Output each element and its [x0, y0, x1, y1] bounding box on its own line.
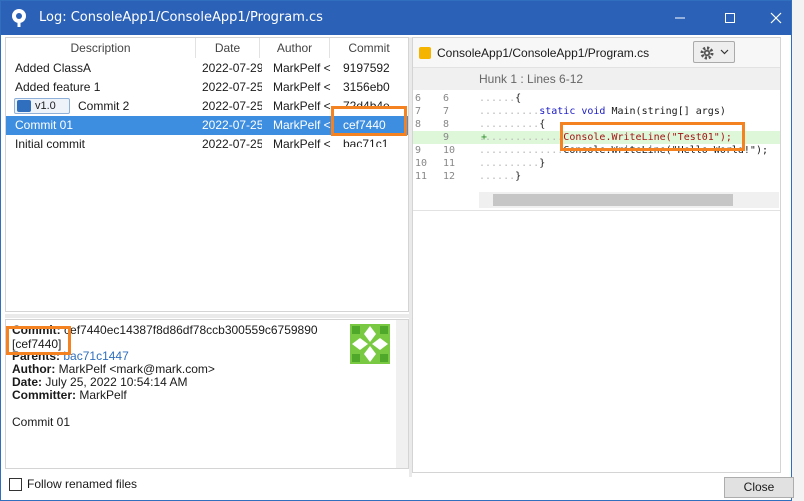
diff-panel: ConsoleApp1/ConsoleApp1/Program.cs Hunk … [412, 37, 781, 473]
gear-icon [700, 46, 714, 60]
commit-author: MarkPelf < [273, 137, 331, 151]
highlight-box-short-hash [6, 326, 71, 355]
commit-message: Commit 01 [12, 415, 71, 429]
tag-icon [17, 100, 31, 112]
maximize-icon [725, 13, 735, 23]
diff-options-button[interactable] [693, 41, 735, 63]
commit-date: 2022-07-29 [202, 61, 262, 75]
maximize-button[interactable] [707, 1, 753, 35]
highlight-box-commit-hash [331, 106, 407, 136]
diff-horizontal-scrollbar[interactable] [479, 192, 779, 208]
sourcetree-icon [12, 9, 26, 27]
column-header-commit[interactable]: Commit [330, 38, 408, 58]
commit-row[interactable]: Added ClassA 2022-07-29 MarkPelf < 91975… [6, 59, 408, 78]
commit-full-hash: cef7440ec14387f8d86df78ccb300559c6759890 [64, 323, 318, 337]
minimize-button[interactable] [657, 1, 703, 35]
horizontal-splitter[interactable] [5, 314, 409, 318]
close-icon [770, 12, 782, 24]
diff-file-name: ConsoleApp1/ConsoleApp1/Program.cs [437, 46, 650, 60]
commit-description: Added feature 1 [15, 80, 101, 94]
column-header-date[interactable]: Date [196, 38, 260, 58]
commit-log-table: Description Date Author Commit Added Cla… [5, 37, 409, 312]
background-app-right [790, 0, 804, 501]
commit-description: Commit 2 [78, 99, 130, 113]
title-bar: Log: ConsoleApp1/ConsoleApp1/Program.cs [1, 1, 791, 35]
diff-file-header: ConsoleApp1/ConsoleApp1/Program.cs [413, 38, 780, 68]
follow-renamed-label: Follow renamed files [27, 477, 138, 491]
commit-description: Commit 01 [15, 118, 74, 132]
commit-author: MarkPelf < [273, 99, 331, 113]
commit-description: Initial commit [15, 137, 86, 151]
details-scrollbar[interactable] [396, 320, 408, 468]
commit-date: 2022-07-25 [202, 137, 262, 151]
commit-hash: 3156eb0 [343, 80, 390, 94]
diff-line: 66 ......{ [415, 93, 522, 104]
chevron-down-icon [720, 49, 729, 55]
commit-author: MarkPelf < [273, 61, 331, 75]
commit-date: 2022-07-25 [202, 99, 262, 113]
follow-renamed-checkbox[interactable] [9, 478, 22, 491]
commit-row[interactable]: Initial commit 2022-07-25 MarkPelf < bac… [6, 135, 408, 154]
commit-author: MarkPelf < [273, 118, 331, 132]
avatar [350, 324, 390, 364]
minimize-icon [675, 17, 685, 19]
modified-file-icon [419, 47, 431, 59]
committer-line: Committer: MarkPelf [12, 388, 127, 402]
commit-hash: 9197592 [343, 61, 390, 75]
tag-badge[interactable]: v1.0 [14, 98, 70, 114]
commit-author: MarkPelf < [273, 80, 331, 94]
hunk-header: Hunk 1 : Lines 6-12 [413, 68, 780, 90]
scrollbar-thumb[interactable] [493, 194, 733, 206]
diff-line: 10 11 ..........} [415, 158, 546, 169]
commit-hash: bac71c1 [343, 137, 389, 147]
highlight-box-added-line [560, 122, 745, 151]
divider [413, 210, 780, 211]
close-button[interactable]: Close [724, 477, 794, 498]
commit-row[interactable]: Added feature 1 2022-07-25 MarkPelf < 31… [6, 78, 408, 97]
diff-line: 77 ..........static void Main(string[] a… [415, 106, 726, 117]
column-header-author[interactable]: Author [260, 38, 330, 58]
commit-description: Added ClassA [15, 61, 92, 75]
diff-line: 11 12 ......} [415, 171, 522, 182]
commit-date: 2022-07-25 [202, 80, 262, 94]
log-window: Log: ConsoleApp1/ConsoleApp1/Program.cs … [0, 0, 794, 501]
close-window-button[interactable] [753, 1, 799, 35]
parent-commit-link[interactable]: bac71c1447 [63, 349, 128, 363]
commit-date: 2022-07-25 [202, 118, 262, 132]
tag-label: v1.0 [35, 100, 56, 112]
column-header-description[interactable]: Description [6, 38, 196, 58]
window-title: Log: ConsoleApp1/ConsoleApp1/Program.cs [39, 10, 323, 25]
